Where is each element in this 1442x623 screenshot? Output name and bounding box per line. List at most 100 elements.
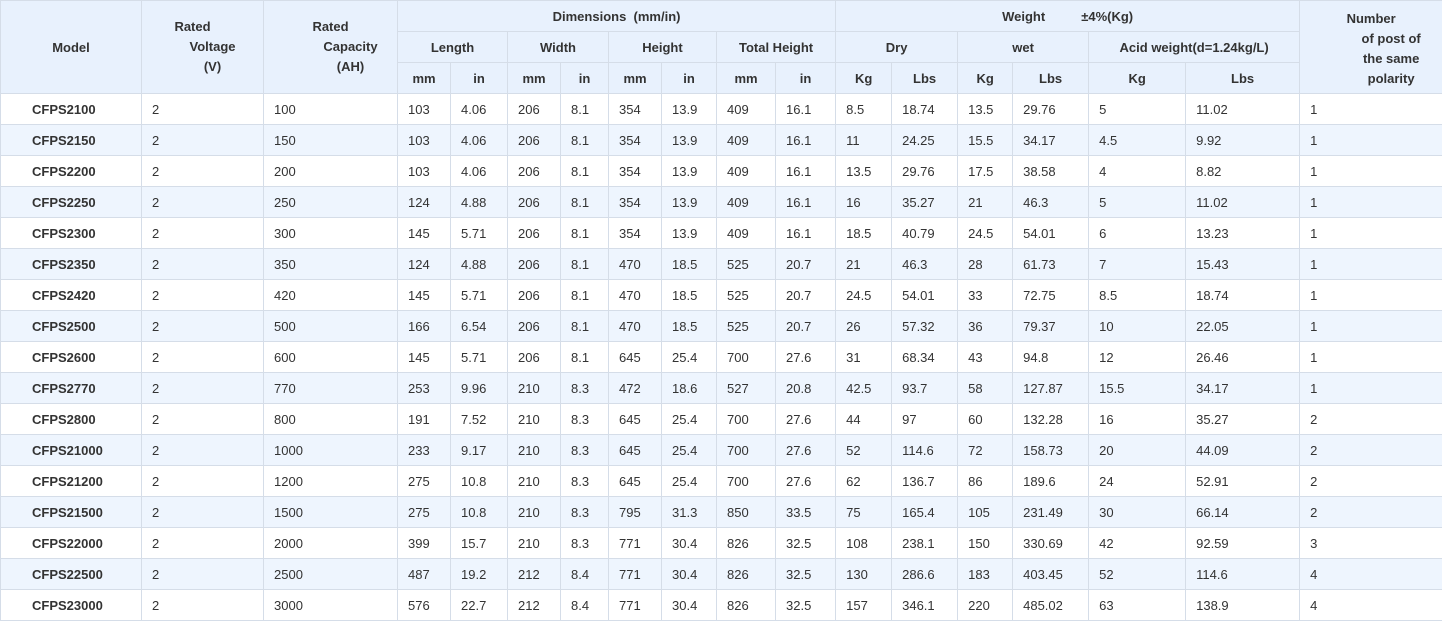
table-row: CFPS2300 2 300 145 5.71 206 8.1 354 13.9 409 16.1 1… [0, 217, 1442, 249]
cell-acid-kg: 5 [1088, 93, 1187, 125]
cell-voltage: 2 [141, 124, 264, 156]
cell-length-in: 15.7 [450, 527, 508, 559]
table-body: CFPS2100 2 100 103 4.06 206 8.1 354 13.9 409 16.1 8… [0, 93, 1442, 621]
cell-voltage: 2 [141, 93, 264, 125]
cell-height-in: 13.9 [661, 217, 717, 249]
cell-capacity: 150 [263, 124, 398, 156]
cell-height-in: 25.4 [661, 434, 717, 466]
cell-total-height-in: 27.6 [774, 403, 837, 435]
cell-voltage: 2 [141, 558, 264, 590]
cell-wet-lbs: 46.3 [1012, 186, 1090, 218]
cell-width-mm: 206 [507, 155, 561, 187]
cell-voltage: 2 [141, 310, 264, 342]
header-voltage-line2: Voltage [189, 39, 236, 54]
cell-height-mm: 470 [608, 248, 662, 280]
cell-acid-kg: 63 [1088, 589, 1187, 621]
header-width: Width [507, 31, 609, 63]
cell-length-mm: 103 [397, 93, 451, 125]
cell-wet-lbs: 72.75 [1012, 279, 1090, 311]
cell-total-height-in: 20.7 [774, 248, 837, 280]
cell-acid-lbs: 34.17 [1185, 372, 1301, 404]
header-weight-label: Weight [1002, 8, 1046, 24]
cell-length-in: 9.17 [450, 434, 508, 466]
cell-capacity: 770 [263, 372, 398, 404]
cell-width-in: 8.1 [560, 217, 609, 249]
cell-voltage: 2 [141, 527, 264, 559]
table-row: CFPS2420 2 420 145 5.71 206 8.1 470 18.5 525 20.7 2… [0, 279, 1442, 311]
header-weight: Weight ±4%(Kg) [835, 0, 1301, 32]
cell-dry-kg: 11 [835, 124, 893, 156]
cell-height-in: 18.5 [661, 248, 717, 280]
cell-height-mm: 354 [608, 155, 662, 187]
cell-dry-kg: 108 [835, 527, 893, 559]
cell-dry-lbs: 238.1 [891, 527, 959, 559]
cell-total-height-mm: 525 [716, 248, 776, 280]
cell-dry-lbs: 136.7 [891, 465, 959, 497]
battery-spec-table: Model Rated Voltage (V) Rated Capacity (… [0, 0, 1442, 621]
cell-total-height-mm: 525 [716, 310, 776, 342]
cell-posts: 1 [1299, 93, 1442, 125]
header-rated-capacity: Rated Capacity (AH) [263, 0, 398, 94]
cell-total-height-mm: 700 [716, 403, 776, 435]
cell-length-mm: 233 [397, 434, 451, 466]
cell-total-height-mm: 409 [716, 124, 776, 156]
cell-voltage: 2 [141, 248, 264, 280]
table-row: CFPS2100 2 100 103 4.06 206 8.1 354 13.9 409 16.1 8… [0, 93, 1442, 125]
cell-wet-lbs: 94.8 [1012, 341, 1090, 373]
cell-width-mm: 206 [507, 310, 561, 342]
cell-dry-kg: 157 [835, 589, 893, 621]
cell-wet-lbs: 79.37 [1012, 310, 1090, 342]
header-capacity-line1: Rated [312, 19, 349, 34]
cell-voltage: 2 [141, 496, 264, 528]
header-capacity-line3: (AH) [336, 59, 365, 74]
cell-wet-kg: 15.5 [957, 124, 1014, 156]
cell-height-in: 25.4 [661, 465, 717, 497]
cell-acid-lbs: 138.9 [1185, 589, 1301, 621]
cell-dry-lbs: 46.3 [891, 248, 959, 280]
cell-voltage: 2 [141, 341, 264, 373]
cell-width-in: 8.4 [560, 589, 609, 621]
cell-wet-lbs: 34.17 [1012, 124, 1090, 156]
cell-total-height-mm: 826 [716, 527, 776, 559]
cell-voltage: 2 [141, 217, 264, 249]
cell-acid-lbs: 11.02 [1185, 186, 1301, 218]
header-posts-line1: Number [1346, 11, 1396, 26]
cell-wet-kg: 72 [957, 434, 1014, 466]
cell-total-height-mm: 409 [716, 155, 776, 187]
cell-dry-lbs: 165.4 [891, 496, 959, 528]
cell-wet-lbs: 485.02 [1012, 589, 1090, 621]
cell-wet-lbs: 29.76 [1012, 93, 1090, 125]
cell-acid-lbs: 9.92 [1185, 124, 1301, 156]
cell-voltage: 2 [141, 155, 264, 187]
cell-acid-lbs: 114.6 [1185, 558, 1301, 590]
cell-dry-kg: 42.5 [835, 372, 893, 404]
cell-capacity: 1000 [263, 434, 398, 466]
cell-height-mm: 645 [608, 341, 662, 373]
cell-acid-lbs: 44.09 [1185, 434, 1301, 466]
table-row: CFPS2800 2 800 191 7.52 210 8.3 645 25.4 700 27.6 4… [0, 403, 1442, 435]
cell-acid-lbs: 22.05 [1185, 310, 1301, 342]
cell-width-in: 8.1 [560, 186, 609, 218]
cell-posts: 4 [1299, 589, 1442, 621]
cell-wet-kg: 36 [957, 310, 1014, 342]
cell-total-height-in: 20.8 [774, 372, 837, 404]
cell-model: CFPS2100 [0, 93, 142, 125]
cell-acid-kg: 6 [1088, 217, 1187, 249]
cell-acid-kg: 7 [1088, 248, 1187, 280]
cell-width-in: 8.1 [560, 248, 609, 280]
cell-capacity: 300 [263, 217, 398, 249]
cell-wet-kg: 21 [957, 186, 1014, 218]
cell-dry-kg: 13.5 [835, 155, 893, 187]
cell-posts: 1 [1299, 186, 1442, 218]
cell-height-in: 30.4 [661, 589, 717, 621]
cell-wet-kg: 105 [957, 496, 1014, 528]
cell-height-in: 13.9 [661, 93, 717, 125]
cell-posts: 2 [1299, 434, 1442, 466]
cell-height-mm: 771 [608, 527, 662, 559]
cell-total-height-in: 33.5 [774, 496, 837, 528]
cell-capacity: 500 [263, 310, 398, 342]
cell-width-mm: 212 [507, 558, 561, 590]
cell-wet-kg: 13.5 [957, 93, 1014, 125]
cell-dry-lbs: 57.32 [891, 310, 959, 342]
cell-width-mm: 210 [507, 527, 561, 559]
